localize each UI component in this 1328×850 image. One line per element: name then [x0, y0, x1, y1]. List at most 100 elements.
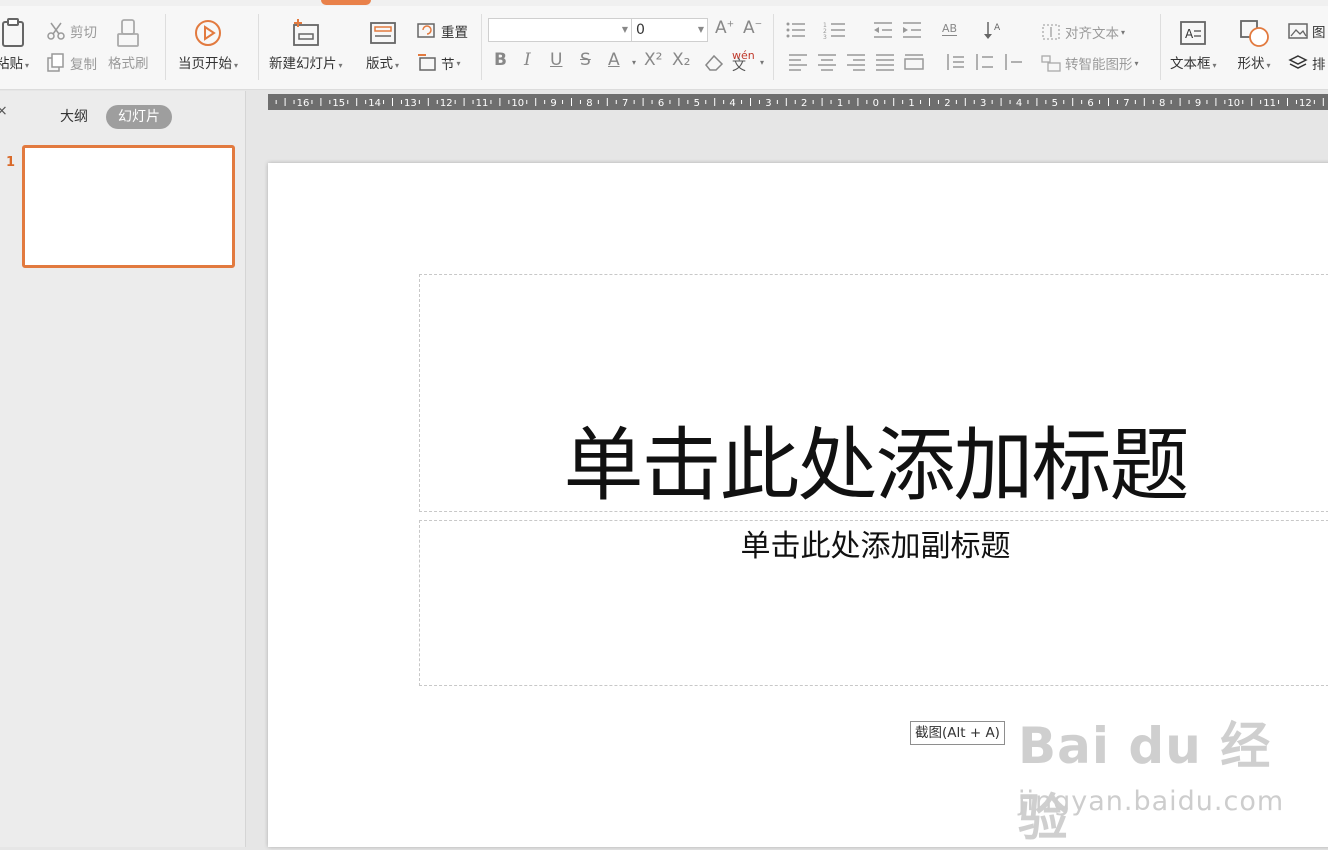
font-size-combo[interactable]: 0 ▼	[631, 18, 708, 42]
tab-outline[interactable]: 大纲	[48, 105, 100, 129]
underline-button[interactable]: U	[550, 50, 562, 70]
ruler-label: 4	[729, 98, 735, 109]
numbered-list-icon[interactable]: 123	[823, 20, 847, 40]
slide-canvas[interactable]: 单击此处添加标题 单击此处添加副标题 截图(Alt + A) Bai du 经验…	[268, 163, 1328, 847]
slide-panel: × 大纲 幻灯片 1	[0, 91, 246, 847]
italic-button[interactable]: I	[524, 50, 531, 70]
layout-button[interactable]: 版式 ▾	[366, 18, 399, 72]
bullet-list-icon[interactable]	[785, 20, 809, 40]
ruler-label: 3	[980, 98, 986, 109]
distribute-icon[interactable]	[903, 53, 925, 71]
layers-icon	[1288, 55, 1308, 69]
smartart-button[interactable]: 转智能图形 ▾	[1041, 53, 1139, 73]
line-spacing-icon[interactable]	[944, 53, 966, 71]
reset-label: 重置	[441, 25, 468, 41]
ruler-label: 4	[1016, 98, 1022, 109]
ruler-label: 10	[511, 98, 524, 109]
new-slide-icon	[292, 19, 319, 46]
smartart-label: 转智能图形	[1065, 57, 1133, 73]
play-icon	[195, 20, 221, 46]
align-center-icon[interactable]	[816, 53, 838, 71]
slide-number: 1	[6, 155, 16, 170]
ruler-label: 12	[1299, 98, 1312, 109]
tab-slides[interactable]: 幻灯片	[106, 105, 172, 129]
title-placeholder[interactable]: 单击此处添加标题	[419, 274, 1328, 512]
separator	[258, 14, 259, 80]
picture-button[interactable]: 图	[1288, 21, 1326, 41]
align-left-icon[interactable]	[787, 53, 809, 71]
superscript-button[interactable]: X²	[644, 50, 662, 70]
subtitle-placeholder[interactable]: 单击此处添加副标题	[419, 520, 1328, 686]
cut-button[interactable]: 剪切	[46, 21, 97, 41]
slide-thumbnail[interactable]	[22, 145, 235, 268]
title-text[interactable]: 单击此处添加标题	[420, 401, 1328, 517]
decrease-indent-icon[interactable]	[872, 20, 894, 40]
ruler-label: 5	[694, 98, 700, 109]
font-size-value: 0	[636, 22, 645, 38]
scissors-icon	[47, 22, 65, 40]
separator	[773, 14, 774, 80]
pinyin-button[interactable]: wén 文	[732, 50, 755, 73]
textbox-button[interactable]: A 文本框 ▾	[1170, 18, 1217, 72]
text-direction-icon[interactable]: AB	[942, 22, 958, 36]
ruler-label: 2	[801, 98, 807, 109]
eraser-icon[interactable]	[703, 52, 725, 72]
textbox-label: 文本框	[1170, 56, 1211, 72]
shrink-font-icon[interactable]: A−	[743, 18, 762, 38]
line-spacing-sort-icon[interactable]: A	[984, 20, 1006, 40]
ruler-label: 8	[1159, 98, 1165, 109]
close-panel-icon[interactable]: ×	[0, 103, 8, 119]
shape-button[interactable]: 形状 ▾	[1237, 18, 1271, 72]
copy-label: 复制	[70, 57, 97, 73]
align-right-icon[interactable]	[845, 53, 867, 71]
shape-icon	[1240, 20, 1269, 47]
ruler-label: 13	[404, 98, 417, 109]
active-tab-indicator[interactable]	[321, 0, 371, 5]
from-current-label: 当页开始	[178, 56, 232, 72]
font-name-combo[interactable]: ▼	[488, 18, 632, 42]
chevron-down-icon: ▾	[760, 58, 765, 67]
textbox-icon: A	[1180, 21, 1207, 45]
picture-icon	[1288, 23, 1308, 39]
chevron-down-icon: ▼	[697, 25, 704, 34]
ruler-label: 7	[1123, 98, 1129, 109]
ruler-label: 1	[908, 98, 914, 109]
align-text-button[interactable]: 对齐文本 ▾	[1041, 22, 1125, 42]
ruler-label: 12	[440, 98, 453, 109]
arrange-button[interactable]: 排	[1288, 53, 1326, 73]
subscript-button[interactable]: X₂	[672, 50, 690, 70]
format-painter-label: 格式刷	[108, 56, 149, 72]
layout-label: 版式	[366, 56, 393, 72]
justify-icon[interactable]	[874, 53, 896, 71]
section-icon	[418, 54, 436, 71]
brush-icon	[117, 19, 140, 47]
increase-indent-icon[interactable]	[901, 20, 923, 40]
ruler-label: 6	[658, 98, 664, 109]
smartart-icon	[1041, 55, 1061, 72]
font-color-button[interactable]: A	[608, 50, 620, 70]
grow-font-icon[interactable]: A+	[715, 18, 734, 38]
ruler-label: 14	[368, 98, 381, 109]
ruler-label: 9	[550, 98, 556, 109]
watermark-url: jingyan.baidu.com	[1018, 786, 1285, 817]
format-painter-button[interactable]: 格式刷	[108, 18, 149, 72]
horizontal-ruler[interactable]: 16 15 14 13 12 11 10 9 8 7 6 5 4 3 2 1 0 1 2 3 4 5 6 7 8 9 10 11 12	[268, 94, 1328, 110]
new-slide-button[interactable]: 新建幻灯片 ▾	[269, 18, 343, 72]
arrange-label: 排	[1312, 57, 1326, 73]
subtitle-text[interactable]: 单击此处添加副标题	[420, 521, 1328, 565]
from-current-button[interactable]: 当页开始 ▾	[178, 18, 238, 72]
ruler-label: 5	[1052, 98, 1058, 109]
strikethrough-button[interactable]: S	[580, 50, 591, 70]
paste-icon	[1, 18, 24, 47]
section-button[interactable]: 节 ▾	[417, 53, 461, 73]
reset-button[interactable]: 重置	[417, 21, 468, 41]
paste-button[interactable]: 粘贴 ▾	[0, 18, 29, 72]
cut-label: 剪切	[70, 25, 97, 41]
spacing-options-icon[interactable]	[1002, 53, 1024, 71]
copy-button[interactable]: 复制	[46, 53, 97, 73]
separator	[481, 14, 482, 80]
tab-strip	[0, 0, 1328, 6]
bold-button[interactable]: B	[494, 50, 507, 70]
paragraph-spacing-icon[interactable]	[973, 53, 995, 71]
ribbon-toolbar: 粘贴 ▾ 剪切 复制 格式刷 当页开始 ▾ 新建幻灯片 ▾ 版式 ▾ 重置 节 …	[0, 0, 1328, 90]
